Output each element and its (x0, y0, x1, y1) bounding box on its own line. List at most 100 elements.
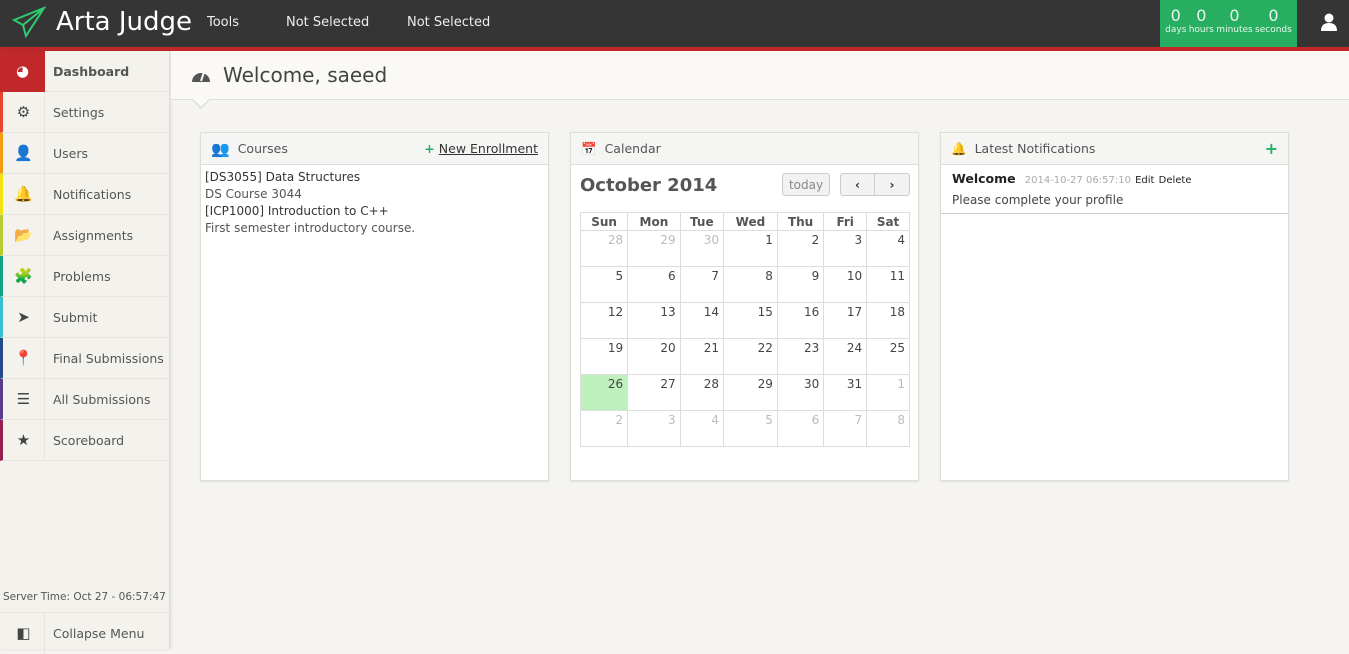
calendar-day[interactable]: 26 (579, 374, 629, 411)
calendar-week: 12 13 14 15 16 17 18 (579, 302, 910, 339)
calendar-day[interactable]: 6 (776, 410, 825, 447)
sidebar-item-label: Scoreboard (53, 432, 125, 448)
logo[interactable]: Arta Judge (12, 6, 192, 38)
calendar-day[interactable]: 5 (722, 410, 778, 447)
calendar-day[interactable]: 17 (823, 302, 868, 339)
calendar-day[interactable]: 28 (579, 230, 629, 267)
calendar-icon: 📅 (581, 140, 597, 156)
new-enrollment-label: New Enrollment (438, 141, 538, 156)
sidebar-item-settings[interactable]: ⚙ Settings (0, 91, 169, 133)
notifications-panel: 🔔 Latest Notifications + Welcome 2014-10… (940, 132, 1289, 481)
next-month-button[interactable]: › (874, 173, 910, 196)
calendar-day[interactable]: 29 (627, 230, 681, 267)
calendar-day[interactable]: 2 (579, 410, 629, 447)
calendar-grid: Sun Mon Tue Wed Thu Fri Sat 28 29 30 1 2 3 4 5 6 7 8 9 10 11… (579, 212, 910, 447)
calendar-day[interactable]: 27 (627, 374, 681, 411)
calendar-day[interactable]: 2 (776, 230, 825, 267)
sidebar: ◕ Dashboard ⚙ Settings 👤 Users 🔔 Notifications 📂… (0, 50, 170, 654)
calendar-day[interactable]: 13 (627, 302, 681, 339)
calendar-day[interactable]: 3 (823, 230, 868, 267)
calendar-day[interactable]: 8 (722, 266, 778, 303)
notification-text: Please complete your profile (952, 193, 1124, 207)
new-enrollment-link[interactable]: + New Enrollment (424, 141, 538, 156)
calendar-day[interactable]: 12 (579, 302, 629, 339)
calendar-day[interactable]: 7 (823, 410, 868, 447)
sidebar-item-dashboard[interactable]: ◕ Dashboard (0, 50, 169, 92)
calendar-day[interactable]: 21 (679, 338, 724, 375)
calendar-day[interactable]: 30 (679, 230, 724, 267)
calendar-day[interactable]: 29 (722, 374, 778, 411)
sidebar-item-label: Settings (53, 104, 105, 120)
collapse-icon: ◧ (3, 612, 45, 654)
course-link[interactable]: [ICP1000] Introduction to C++ (205, 203, 544, 220)
nav-assignment-select[interactable]: Not Selected (286, 15, 369, 30)
delete-notification-link[interactable]: Delete (1159, 175, 1192, 186)
sidebar-item-label: Notifications (53, 186, 132, 202)
panel-title: Latest Notifications (974, 141, 1096, 156)
nav-tools[interactable]: Tools (207, 15, 239, 30)
plus-icon: + (424, 141, 435, 156)
calendar-day[interactable]: 19 (579, 338, 629, 375)
calendar-day[interactable]: 3 (627, 410, 681, 447)
prev-month-button[interactable]: ‹ (840, 173, 875, 196)
sidebar-item-label: All Submissions (53, 391, 151, 407)
sidebar-item-users[interactable]: 👤 Users (0, 132, 169, 174)
calendar-day[interactable]: 10 (823, 266, 868, 303)
calendar-day[interactable]: 31 (823, 374, 868, 411)
timer-seconds: 0 (1268, 6, 1279, 25)
calendar-day[interactable]: 1 (722, 230, 778, 267)
notification-time: 2014-10-27 06:57:10 (1024, 175, 1131, 186)
calendar-day[interactable]: 6 (627, 266, 681, 303)
users-group-icon: 👥 (211, 139, 230, 158)
collapse-menu-button[interactable]: ◧ Collapse Menu (0, 612, 170, 654)
calendar-day[interactable]: 14 (679, 302, 724, 339)
calendar-day[interactable]: 15 (722, 302, 778, 339)
location-arrow-icon: ➤ (3, 296, 45, 338)
page-title: Welcome, saeed (223, 63, 388, 87)
sidebar-item-problems[interactable]: 🧩 Problems (0, 255, 169, 297)
calendar-day[interactable]: 20 (627, 338, 681, 375)
gear-icon: ⚙ (3, 91, 45, 133)
timer-label: minutes (1216, 25, 1253, 35)
course-link[interactable]: [DS3055] Data Structures (205, 169, 544, 186)
add-notification-button[interactable]: + (1265, 139, 1278, 158)
weekday-header: Wed (722, 212, 778, 231)
sidebar-item-final-submissions[interactable]: 📍 Final Submissions (0, 337, 169, 379)
nav-problem-select[interactable]: Not Selected (407, 15, 490, 30)
calendar-day[interactable]: 18 (866, 302, 910, 339)
calendar-day[interactable]: 7 (679, 266, 724, 303)
calendar-day[interactable]: 4 (679, 410, 724, 447)
weekday-header: Mon (627, 212, 681, 231)
user-menu-icon[interactable] (1320, 13, 1338, 32)
calendar-day[interactable]: 8 (866, 410, 910, 447)
map-marker-icon: 📍 (3, 337, 45, 379)
weekday-header: Thu (776, 212, 825, 231)
sidebar-item-scoreboard[interactable]: ★ Scoreboard (0, 419, 169, 461)
calendar-day[interactable]: 4 (866, 230, 910, 267)
sidebar-item-notifications[interactable]: 🔔 Notifications (0, 173, 169, 215)
sidebar-item-all-submissions[interactable]: ☰ All Submissions (0, 378, 169, 420)
calendar-week: 28 29 30 1 2 3 4 (579, 230, 910, 267)
course-description: DS Course 3044 (205, 187, 302, 201)
sidebar-item-label: Assignments (53, 227, 134, 243)
calendar-day[interactable]: 9 (776, 266, 825, 303)
calendar-day[interactable]: 24 (823, 338, 868, 375)
calendar-day[interactable]: 28 (679, 374, 724, 411)
calendar-day[interactable]: 22 (722, 338, 778, 375)
edit-notification-link[interactable]: Edit (1135, 175, 1154, 186)
sidebar-item-submit[interactable]: ➤ Submit (0, 296, 169, 338)
calendar-day[interactable]: 23 (776, 338, 825, 375)
sidebar-item-assignments[interactable]: 📂 Assignments (0, 214, 169, 256)
calendar-day[interactable]: 1 (866, 374, 910, 411)
calendar-week: 2345678 (579, 410, 910, 447)
chevron-right-icon: › (889, 177, 895, 192)
calendar-day[interactable]: 30 (776, 374, 825, 411)
calendar-day[interactable]: 5 (579, 266, 629, 303)
calendar-day[interactable]: 25 (866, 338, 910, 375)
calendar-day[interactable]: 16 (776, 302, 825, 339)
calendar-day[interactable]: 11 (866, 266, 910, 303)
weekday-header: Sun (579, 212, 629, 231)
header-notch-fill (192, 98, 210, 107)
folder-open-icon: 📂 (3, 214, 45, 256)
today-button[interactable]: today (782, 173, 830, 196)
